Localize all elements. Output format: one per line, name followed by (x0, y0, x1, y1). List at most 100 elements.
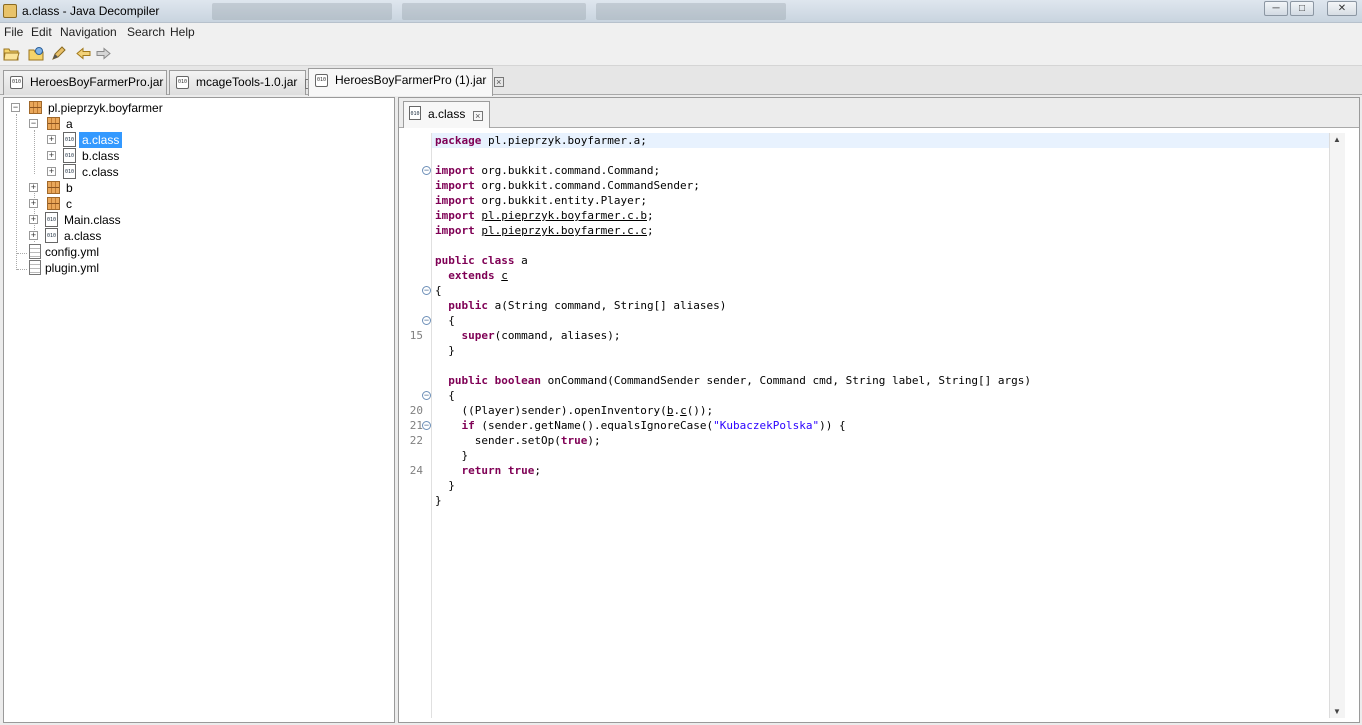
code-line: import org.bukkit.command.CommandSender; (435, 178, 700, 193)
package-icon (29, 101, 42, 114)
menu-search[interactable]: Search (127, 25, 165, 39)
expand-icon[interactable]: + (29, 215, 38, 224)
code-link[interactable]: c (501, 269, 508, 282)
tab-label: HeroesBoyFarmerPro (1).jar (335, 73, 487, 87)
tree-label: a (66, 117, 73, 131)
code-line: { (435, 284, 442, 297)
close-button[interactable]: ✕ (1327, 1, 1357, 16)
code-token: import (435, 179, 475, 192)
code-token: )) { (819, 419, 846, 432)
text-file-icon (29, 260, 41, 275)
tree-guide (17, 269, 27, 270)
jar-tab-bar: 010 HeroesBoyFarmerPro.jar × 010 mcageTo… (0, 66, 1362, 96)
tab-label: HeroesBoyFarmerPro.jar (30, 75, 164, 89)
code-token: import (435, 194, 475, 207)
background-window-ghost (402, 3, 586, 20)
code-token: public (448, 299, 488, 312)
fold-toggle-icon[interactable]: − (422, 421, 431, 430)
expand-icon[interactable]: + (47, 135, 56, 144)
fold-toggle-icon[interactable]: − (422, 286, 431, 295)
code-link[interactable]: pl.pieprzyk.boyfarmer.c.c (481, 224, 647, 237)
menu-edit[interactable]: Edit (31, 25, 52, 39)
code-token: extends (448, 269, 495, 282)
back-arrow-icon[interactable] (75, 46, 92, 61)
code-line: import pl.pieprzyk.boyfarmer.c.c; (435, 224, 654, 237)
collapse-icon[interactable]: − (29, 119, 38, 128)
tree-guide (17, 253, 27, 254)
class-file-icon: 010 (45, 212, 58, 227)
close-tab-icon[interactable]: × (493, 77, 504, 87)
tree-label: pl.pieprzyk.boyfarmer (48, 101, 163, 115)
code-line: public a(String command, String[] aliase… (435, 298, 726, 313)
class-file-icon: 010 (45, 228, 58, 243)
line-number: 22 (409, 434, 423, 447)
open-type-icon[interactable] (28, 46, 45, 61)
menu-navigation[interactable]: Navigation (60, 25, 117, 39)
fold-toggle-icon[interactable]: − (422, 316, 431, 325)
close-tab-icon[interactable]: × (472, 111, 483, 121)
code-line: ((Player)sender).openInventory(b.c()); (435, 403, 714, 418)
scroll-up-icon[interactable]: ▲ (1333, 135, 1341, 144)
tree-label: plugin.yml (45, 261, 100, 275)
code-line: } (435, 479, 455, 492)
code-token: ; (534, 464, 541, 477)
line-number: 20 (409, 404, 423, 417)
code-link[interactable]: c (680, 404, 687, 417)
code-string: "KubaczekPolska" (713, 419, 820, 432)
tab-heroesboyfarmerpro-jar[interactable]: 010 HeroesBoyFarmerPro.jar × (3, 70, 181, 95)
code-token: true (560, 434, 588, 447)
package-icon (47, 181, 60, 194)
code-token: pl.pieprzyk.boyfarmer.a; (481, 134, 647, 147)
vertical-scrollbar[interactable]: ▲ ▼ (1329, 133, 1345, 718)
fold-toggle-icon[interactable]: − (422, 391, 431, 400)
menu-file[interactable]: File (4, 25, 23, 39)
line-number: 15 (409, 329, 423, 342)
tree-label: Main.class (64, 213, 121, 227)
code-token: a(String command, String[] aliases) (488, 299, 727, 312)
class-file-icon: 010 (63, 164, 76, 179)
package-icon (47, 197, 60, 210)
expand-icon[interactable]: + (29, 183, 38, 192)
edit-icon[interactable] (50, 46, 67, 61)
code-token: (command, aliases); (494, 329, 621, 342)
class-file-icon: 010 (409, 106, 421, 120)
code-link[interactable]: pl.pieprzyk.boyfarmer.c.b (481, 209, 647, 222)
tab-heroesboyfarmerpro-1-jar[interactable]: 010 HeroesBoyFarmerPro (1).jar × (308, 68, 504, 96)
tab-a-class[interactable]: 010 a.class × (403, 101, 490, 128)
menu-bar: File Edit Navigation Search Help (0, 23, 1362, 41)
fold-toggle-icon[interactable]: − (422, 166, 431, 175)
menu-help[interactable]: Help (170, 25, 195, 39)
code-line: return true; (435, 463, 542, 478)
expand-icon[interactable]: + (47, 167, 56, 176)
expand-icon[interactable]: + (47, 151, 56, 160)
code-token: super (461, 329, 495, 342)
tree-label-selected: a.class (79, 132, 123, 148)
forward-arrow-icon[interactable] (95, 46, 112, 61)
code-line: if (sender.getName().equalsIgnoreCase("K… (435, 418, 846, 433)
collapse-icon[interactable]: − (11, 103, 20, 112)
tab-mcagetools-jar[interactable]: 010 mcageTools-1.0.jar × (169, 70, 315, 95)
maximize-button[interactable]: □ (1290, 1, 1314, 16)
code-line: public class a (435, 253, 528, 268)
code-line: import org.bukkit.command.Command; (435, 163, 660, 178)
scroll-down-icon[interactable]: ▼ (1333, 707, 1341, 716)
code-token: if (461, 419, 475, 432)
code-area[interactable]: package pl.pieprzyk.boyfarmer.a; import … (432, 133, 1329, 718)
code-token: (sender.getName().equalsIgnoreCase( (474, 419, 714, 432)
tree-guide (16, 114, 17, 270)
code-token: true (507, 464, 535, 477)
code-line: } (435, 494, 442, 507)
window-title: a.class - Java Decompiler (22, 4, 160, 18)
minimize-button[interactable]: ─ (1264, 1, 1288, 16)
code-token: a (514, 254, 528, 267)
open-file-icon[interactable] (3, 46, 20, 61)
source-editor-panel: 010 a.class × − − − 15 − 20 21 − 22 24 p… (398, 97, 1360, 723)
code-line: import pl.pieprzyk.boyfarmer.c.b; (435, 209, 654, 222)
expand-icon[interactable]: + (29, 199, 38, 208)
title-bar: a.class - Java Decompiler ─ □ ✕ (0, 0, 1362, 23)
expand-icon[interactable]: + (29, 231, 38, 240)
code-line: } (435, 344, 455, 357)
background-window-ghost (212, 3, 392, 20)
tree-label: c.class (82, 165, 119, 179)
line-gutter: − − − 15 − 20 21 − 22 24 (401, 133, 432, 718)
